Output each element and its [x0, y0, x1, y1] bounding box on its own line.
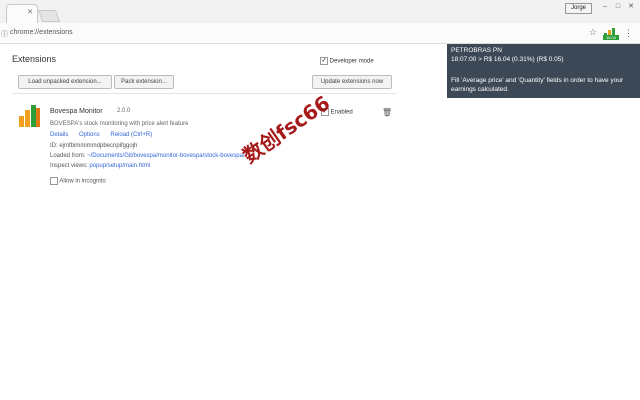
- details-link[interactable]: Details: [50, 132, 68, 138]
- incognito-label: Allow in incognito: [59, 178, 106, 185]
- user-profile-button[interactable]: Jorge: [565, 3, 593, 14]
- inspect-view-link[interactable]: popup/setup/main.html: [89, 163, 150, 169]
- trash-icon[interactable]: 🗑: [382, 108, 392, 117]
- page-title: Extensions: [12, 54, 57, 64]
- bovespa-monitor-logo: [19, 104, 41, 128]
- extension-popup: PETROBRAS PN 18:07:00 > R$ 16.04 (0.31%)…: [447, 44, 640, 98]
- pack-extension-button[interactable]: Pack extension...: [114, 75, 174, 89]
- minimize-icon[interactable]: –: [600, 2, 610, 11]
- chrome-menu-icon[interactable]: ⋮: [624, 28, 633, 39]
- reload-link[interactable]: Reload (Ctrl+R): [110, 132, 152, 138]
- developer-mode-label: Developer mode: [329, 58, 374, 65]
- stock-ticker: PETROBRAS PN: [451, 47, 502, 54]
- title-bar: ✕ Jorge – □ ✕: [0, 0, 640, 23]
- load-unpacked-button[interactable]: Load unpacked extension...: [18, 75, 112, 89]
- close-window-icon[interactable]: ✕: [626, 2, 636, 11]
- developer-mode-checkbox[interactable]: ✓: [320, 57, 328, 65]
- extension-links: Details Options Reload (Ctrl+R): [50, 132, 161, 138]
- developer-mode-toggle[interactable]: ✓ Developer mode: [320, 57, 374, 65]
- inspect-views-label: Inspect views:: [50, 163, 88, 169]
- stock-quote: 18:07:00 > R$ 16.04 (0.31%) (R$ 0.05): [451, 56, 564, 63]
- options-link[interactable]: Options: [79, 132, 100, 138]
- bovespa-extension-icon[interactable]: 16.04: [603, 27, 619, 40]
- inspect-views: Inspect views: popup/setup/main.html: [50, 163, 150, 169]
- popup-hint: Fill 'Average price' and 'Quantity' fiel…: [451, 77, 624, 93]
- allow-incognito[interactable]: Allow in incognito: [50, 177, 106, 185]
- incognito-checkbox[interactable]: [50, 177, 58, 185]
- new-tab-button[interactable]: [37, 10, 61, 22]
- update-extensions-button[interactable]: Update extensions now: [312, 75, 392, 89]
- extension-description: BOVESPA's stock monitoring with price al…: [50, 121, 189, 127]
- watermark: 数创fsc66: [238, 90, 335, 168]
- tab-close-icon[interactable]: ✕: [27, 8, 33, 16]
- address-bar[interactable]: chrome://extensions: [10, 29, 73, 36]
- extension-id: ID: ejmfbimmimmdpbecnpifggojh: [50, 143, 138, 149]
- bookmark-star-icon[interactable]: ☆: [589, 27, 597, 38]
- extension-name: Bovespa Monitor: [50, 108, 103, 115]
- page-info-icon[interactable]: ⓘ: [1, 29, 8, 39]
- divider: [12, 93, 397, 94]
- loaded-from-label: Loaded from:: [50, 153, 86, 159]
- browser-tab[interactable]: ✕: [6, 4, 38, 23]
- price-badge: 16.04: [606, 35, 617, 40]
- toolbar: ⓘ chrome://extensions ☆ 16.04 ⋮: [0, 23, 640, 44]
- loaded-from: Loaded from: ~/Documents/Git/bovespa/mon…: [50, 153, 245, 159]
- extension-version: 2.0.0: [117, 108, 131, 114]
- maximize-icon[interactable]: □: [613, 2, 623, 11]
- loaded-from-path-link[interactable]: ~/Documents/Git/bovespa/monitor-bovespa/…: [87, 153, 245, 159]
